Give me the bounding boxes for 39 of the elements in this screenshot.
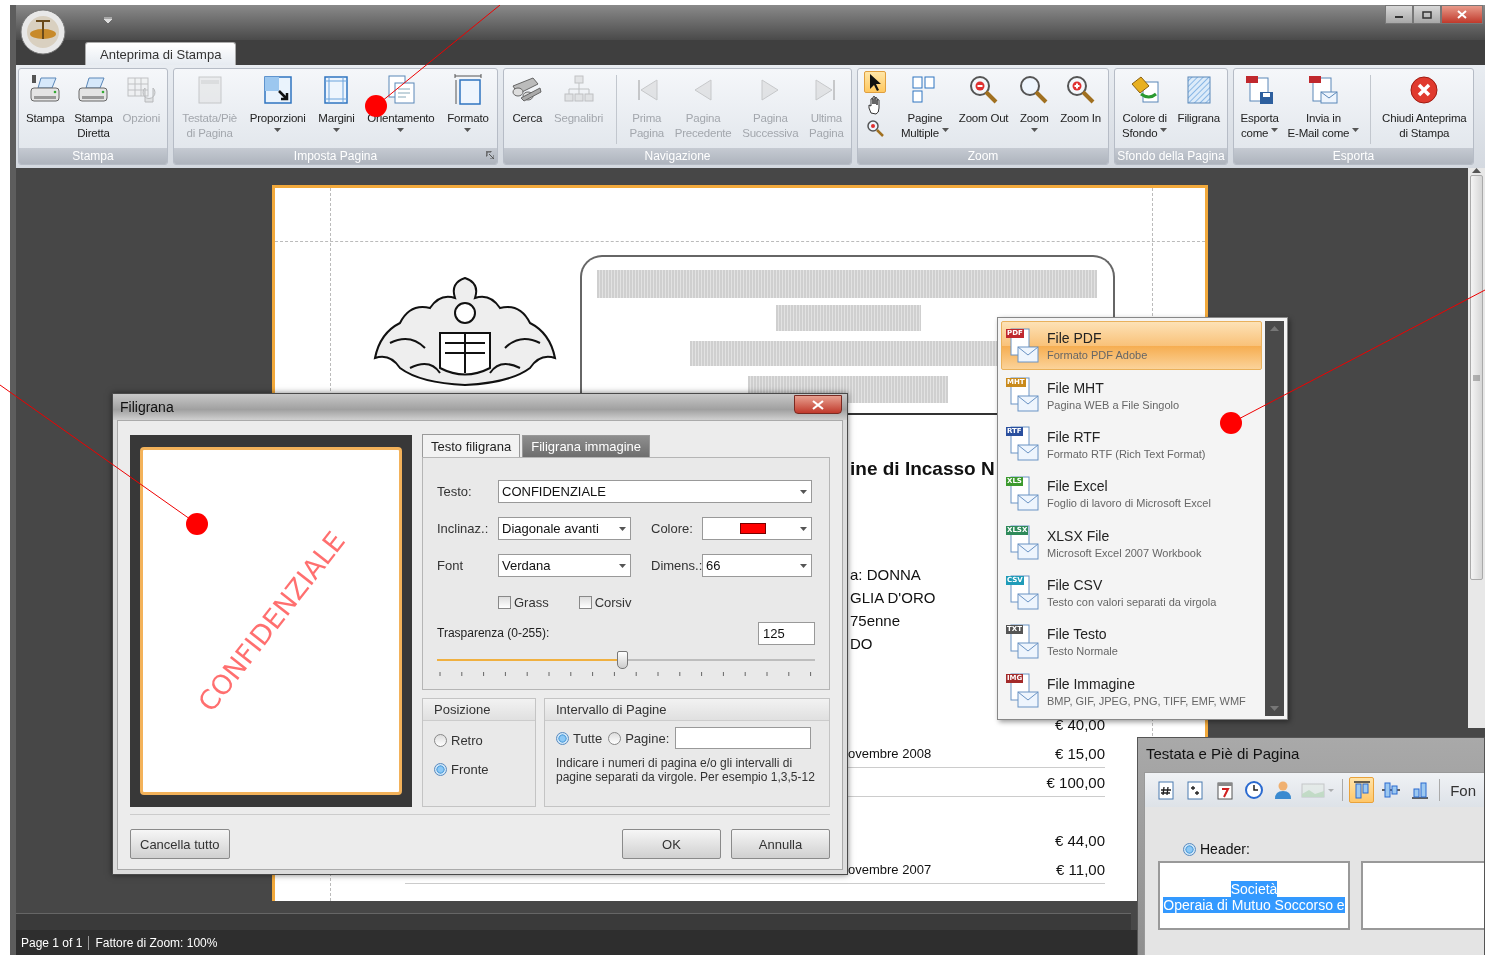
radio-label: Fronte [451, 762, 489, 777]
group-label: Zoom [858, 148, 1108, 164]
group-label: Navigazione [504, 148, 851, 164]
hint-text: Indicare i numeri di pagina e/o gli intervalli di pagine separati da virgole. Per esempio 1,3,5-12 [555, 755, 816, 784]
panel-title: Testata e Piè di Pagina [1145, 744, 1301, 764]
document-text: DO [850, 634, 874, 654]
group-title: Posizione [423, 699, 535, 721]
amount-text: € 100,00 [1046, 773, 1105, 791]
radio-label: Retro [451, 733, 483, 748]
date-text: ovembre 2007 [848, 861, 932, 877]
document-text: a: DONNA [850, 565, 922, 585]
field-label: Font [437, 558, 464, 573]
field-label: Testo: [437, 484, 473, 499]
field-label: Dimens.: [651, 558, 702, 573]
amount-text: € 11,00 [1056, 860, 1105, 878]
field-label: Colore: [651, 521, 694, 536]
dialog-title: Filigrana [120, 399, 174, 415]
group-label: Stampa [19, 148, 167, 164]
document-text: GLIA D'ORO [850, 588, 936, 608]
checkbox-label: Grass [514, 595, 549, 610]
group-title: Intervallo di Pagine [545, 699, 829, 721]
zoom-level: Fattore di Zoom: 100% [95, 935, 218, 950]
amount-text: € 44,00 [1054, 832, 1105, 849]
field-label: Trasparenza (0-255): [437, 626, 550, 640]
group-label: Sfondo della Pagina [1115, 148, 1227, 164]
checkbox-label: Corsiv [594, 595, 632, 610]
radio-label: Pagine: [625, 730, 670, 746]
radio-label: Header: [1200, 841, 1250, 857]
group-label: Esporta [1234, 148, 1473, 164]
date-text: ovembre 2008 [848, 745, 932, 761]
group-label: Imposta Pagina [174, 148, 497, 164]
radio-label: Tutte [573, 730, 603, 746]
amount-text: € 15,00 [1054, 744, 1105, 762]
field-label: Inclinaz.: [437, 521, 490, 536]
amount-text: € 40,00 [1054, 716, 1105, 733]
font-label: Fon [1450, 781, 1476, 799]
document-title: ine di Incasso N [850, 458, 995, 480]
page-count: Page 1 of 1 [21, 935, 83, 950]
document-text: 75enne [850, 611, 902, 631]
